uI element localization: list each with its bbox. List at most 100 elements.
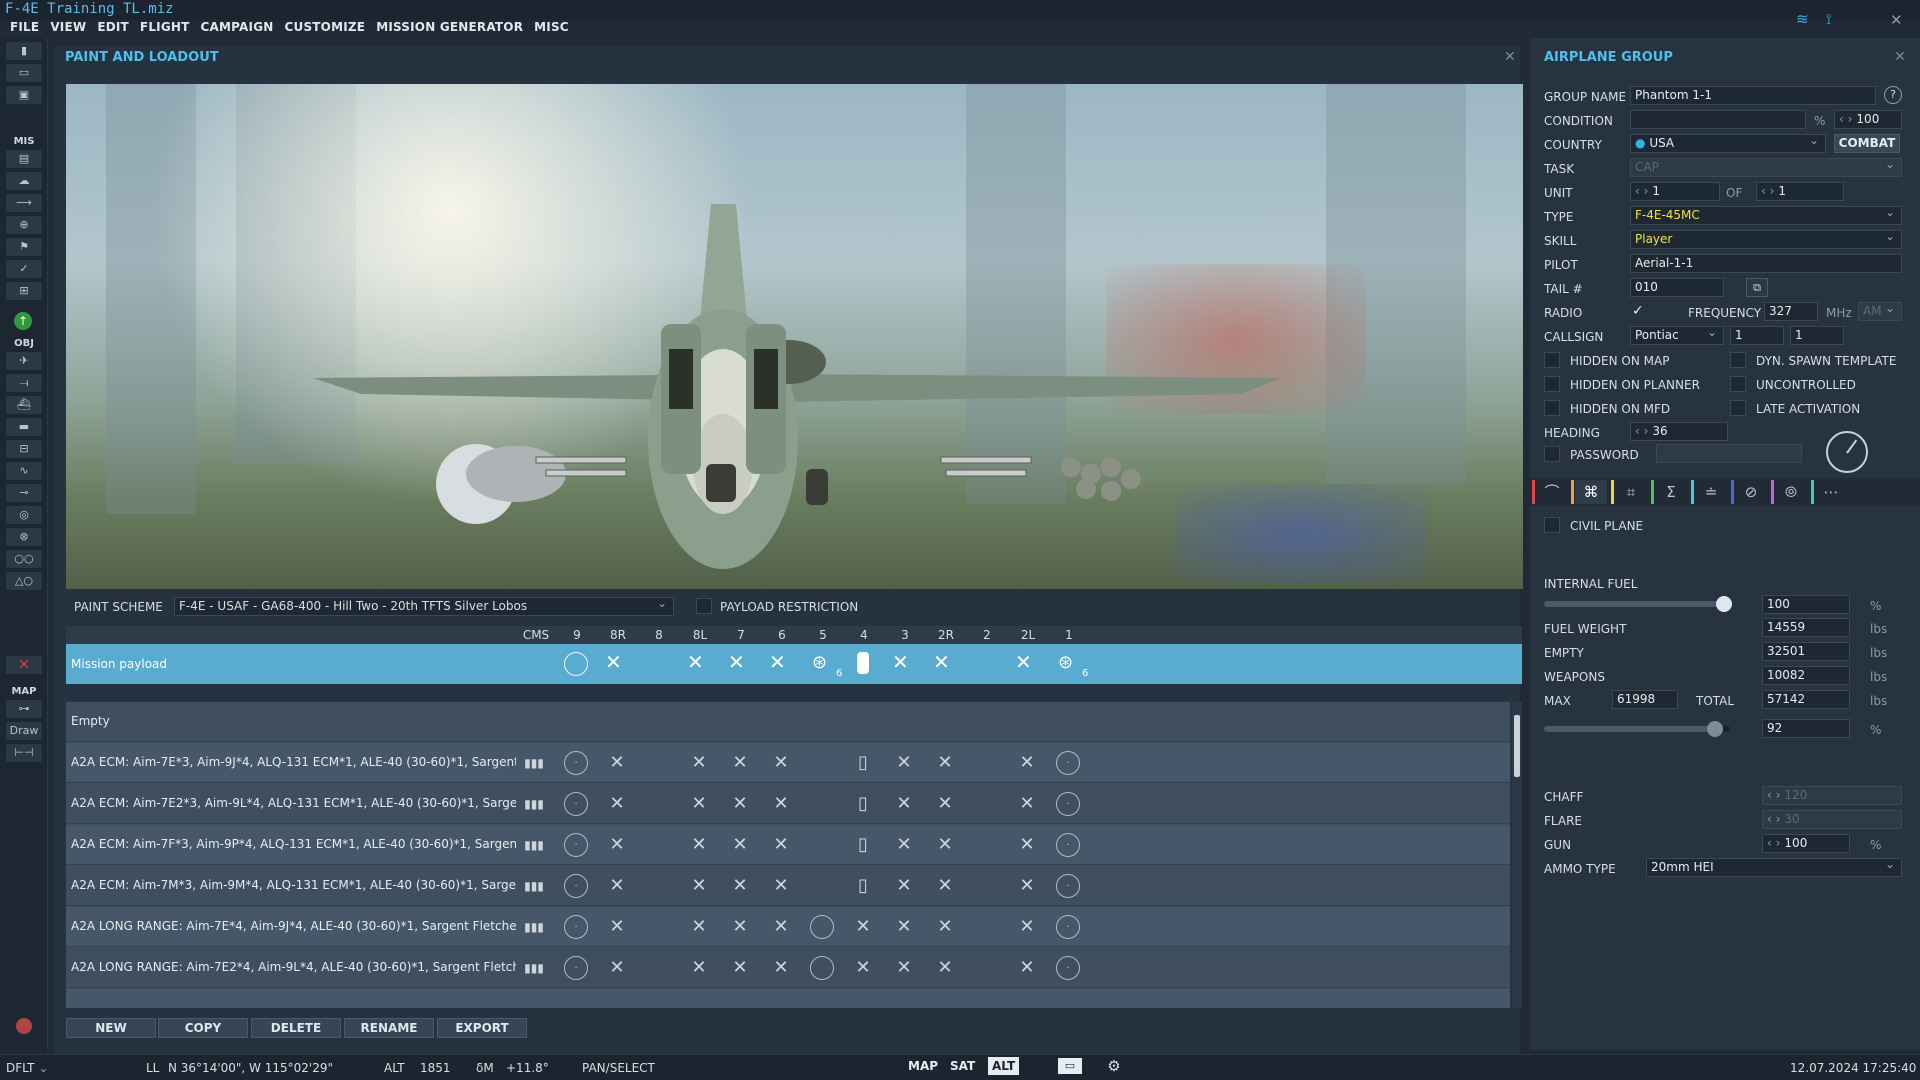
flag-icon[interactable]: ⚑ [6,238,42,256]
sat-view-button[interactable]: SAT [946,1057,979,1075]
route-tab-icon[interactable]: ⌒ [1536,480,1568,504]
pilot-input[interactable]: Aerial-1-1 [1630,254,1902,273]
record-icon[interactable] [16,1018,32,1034]
new-mission-icon[interactable]: ▮ [6,42,42,60]
summary-tab-icon[interactable]: Σ [1655,480,1687,504]
aircraft-settings-tab-icon[interactable]: ≐ [1695,480,1727,504]
menu-file[interactable]: FILE [10,20,39,40]
payload-restriction-checkbox[interactable] [696,598,712,614]
stepper-arrows-icon[interactable]: ‹ › [1767,812,1780,826]
type-select[interactable]: F-4E-45MC [1630,204,1902,225]
list-item[interactable]: A2A ECM: Aim-7M*3, Aim-9M*4, ALQ-131 ECM… [66,866,1510,906]
menu-edit[interactable]: EDIT [97,20,129,40]
delete-icon[interactable]: ✕ [6,656,42,674]
fuel-weight-value[interactable]: 14559 [1762,618,1850,637]
layers-icon[interactable]: ▭ [1058,1058,1082,1074]
list-item[interactable]: A2A ECM: Aim-7E*3, Aim-9J*4, ALQ-131 ECM… [66,743,1510,783]
combat-button[interactable]: COMBAT [1834,134,1900,153]
copy-button[interactable]: COPY [158,1018,248,1038]
pylon-9-aim9-icon[interactable] [564,652,588,676]
civil-plane-checkbox[interactable] [1544,517,1560,533]
list-item[interactable]: A2A ECM: Aim-7E2*3, Aim-9L*4, ALQ-131 EC… [66,784,1510,824]
country-select[interactable]: ● USA [1630,132,1826,153]
flare-stepper[interactable]: ‹ › 30 [1762,810,1902,829]
group-icon[interactable]: ○○ [6,550,42,568]
delete-button[interactable]: DELETE [251,1018,341,1038]
pylon-5-bomb-icon[interactable]: ⊛ [812,652,827,673]
waypoint-icon[interactable]: ⊸ [6,484,42,502]
save-icon[interactable]: ▣ [6,86,42,104]
menu-campaign[interactable]: CAMPAIGN [201,20,274,40]
mission-payload-row[interactable] [66,644,1522,684]
hidden-on-planner-checkbox[interactable] [1544,376,1560,392]
more-tab-icon[interactable]: ⋯ [1815,480,1847,504]
list-item[interactable]: A2A LONG RANGE: Aim-7E2*4, Aim-9L*4, ALE… [66,948,1510,988]
radio-checkbox[interactable]: ✓ [1632,303,1644,319]
map-view-button[interactable]: MAP [904,1057,942,1075]
list-item[interactable] [66,989,1510,1008]
settings-icon[interactable]: ⚙ [1104,1056,1124,1076]
menu-misc[interactable]: MISC [534,20,569,40]
check-icon[interactable]: ✓ [6,260,42,278]
airplane-icon[interactable]: ✈ [6,352,42,370]
menu-flight[interactable]: FLIGHT [140,20,190,40]
target-icon[interactable]: ⊕ [6,216,42,234]
pylon-8l-missile-icon[interactable]: ✕ [687,650,704,674]
triggers-icon[interactable]: ⟶ [6,194,42,212]
tail-input[interactable]: 010 [1630,278,1724,297]
upload-icon[interactable]: ↑ [14,312,32,330]
pylon-6-missile-icon[interactable]: ✕ [769,650,786,674]
stepper-arrows-icon[interactable]: ‹ › [1761,184,1774,198]
helicopter-icon[interactable]: ⟞ [6,374,42,392]
nav-target-icon[interactable]: ⊗ [6,528,42,546]
weather-icon[interactable]: ☁ [6,172,42,190]
open-folder-icon[interactable]: ▭ [6,64,42,82]
scrollbar-thumb[interactable] [1514,715,1520,777]
stepper-arrows-icon[interactable]: ‹ › [1767,788,1780,802]
list-item[interactable]: A2A ECM: Aim-7F*3, Aim-9P*4, ALQ-131 ECM… [66,825,1510,865]
unit-of-stepper[interactable]: ‹ › 1 [1756,182,1844,201]
heading-stepper[interactable]: ‹ › 36 [1630,422,1728,441]
hidden-on-map-checkbox[interactable] [1544,352,1560,368]
list-item[interactable]: Empty [66,702,1510,742]
menu-mission-generator[interactable]: MISSION GENERATOR [376,20,523,40]
unit-stepper[interactable]: ‹ › 1 [1630,182,1720,201]
ruler-icon[interactable]: ⊢⊣ [6,744,42,762]
dyn-spawn-checkbox[interactable] [1730,352,1746,368]
group-name-input[interactable]: Phantom 1-1 [1630,86,1876,105]
wave-icon[interactable]: ∿ [6,462,42,480]
shapes-icon[interactable]: △○ [6,572,42,590]
static-icon[interactable]: ⊟ [6,440,42,458]
ship-icon[interactable]: ⛴ [6,396,42,414]
frequency-input[interactable]: 327 [1764,302,1818,321]
menu-customize[interactable]: CUSTOMIZE [285,20,366,40]
group-close-icon[interactable]: ✕ [1894,49,1906,65]
callsign-num-2[interactable]: 1 [1790,326,1844,345]
password-checkbox[interactable] [1544,446,1560,462]
list-item[interactable]: A2A LONG RANGE: Aim-7E*4, Aim-9J*4, ALE-… [66,907,1510,947]
pylon-7-missile-icon[interactable]: ✕ [728,650,745,674]
rename-button[interactable]: RENAME [344,1018,434,1038]
paint-close-icon[interactable]: ✕ [1504,49,1516,65]
paint-scheme-select[interactable]: F-4E - USAF - GA68-400 - Hill Two - 20th… [174,595,674,616]
uncontrolled-checkbox[interactable] [1730,376,1746,392]
radio-tab-icon[interactable]: ⦾ [1775,480,1807,504]
gun-stepper[interactable]: ‹ › 100 [1762,834,1850,853]
export-button[interactable]: EXPORT [437,1018,527,1038]
condition-input[interactable] [1630,110,1806,129]
triggered-actions-tab-icon[interactable]: ⌗ [1615,480,1647,504]
ammo-type-select[interactable]: 20mm HEI [1646,856,1902,877]
menu-view[interactable]: VIEW [50,20,86,40]
pylon-2r-missile-icon[interactable]: ✕ [933,650,950,674]
task-select[interactable]: CAP [1630,156,1902,177]
password-input[interactable] [1656,444,1802,463]
pylon-2l-missile-icon[interactable]: ✕ [1015,650,1032,674]
hidden-on-mfd-checkbox[interactable] [1544,400,1560,416]
mode-select[interactable]: DFLT ⌄ [6,1061,48,1075]
callsign-num-1[interactable]: 1 [1730,326,1784,345]
skill-select[interactable]: Player [1630,228,1902,249]
modulation-select[interactable]: AM [1858,300,1902,321]
route-icon[interactable]: ⊞ [6,282,42,300]
stepper-arrows-icon[interactable]: ‹ › [1635,184,1648,198]
copy-tail-icon[interactable]: ⧉ [1746,278,1768,297]
